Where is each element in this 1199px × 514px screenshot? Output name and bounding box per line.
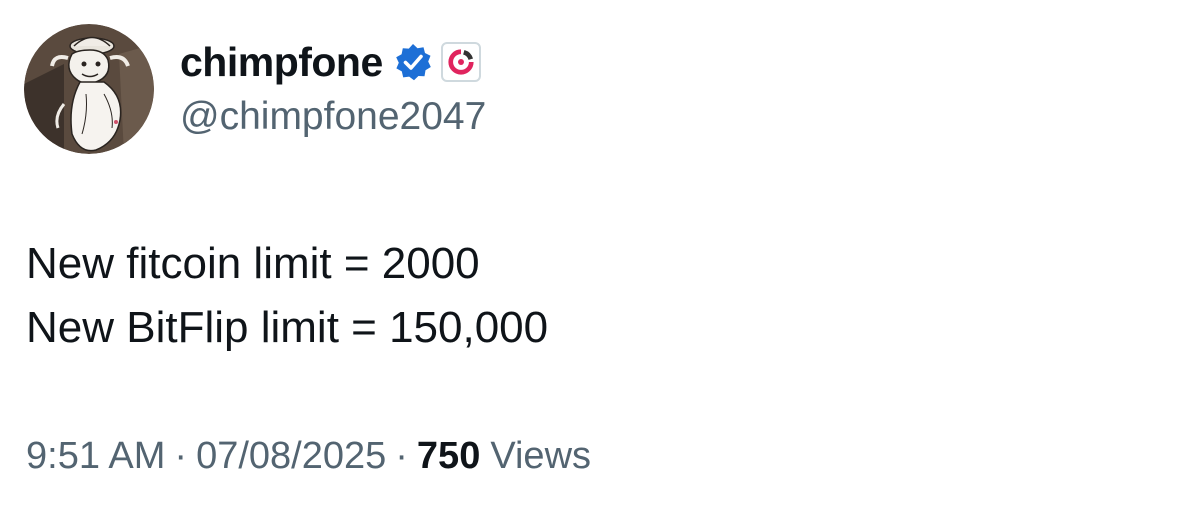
tweet-line: New BitFlip limit = 150,000 (26, 303, 549, 352)
meta-separator: · (395, 435, 408, 477)
author-avatar[interactable] (24, 24, 154, 154)
tweet-text: New fitcoin limit = 2000 New BitFlip lim… (26, 232, 548, 360)
creature-sketch-avatar-icon (24, 24, 154, 154)
tweet-card: chimpfone @chimpfone2047 New fitcoin lim… (0, 0, 1199, 514)
tweet-meta: 9:51 AM · 07/08/2025 · 750 Views (26, 435, 591, 478)
author-handle[interactable]: @chimpfone2047 (180, 95, 486, 139)
tweet-line: New fitcoin limit = 2000 (26, 239, 480, 288)
verified-badge-icon[interactable] (393, 42, 433, 82)
author-display-name[interactable]: chimpfone (180, 39, 383, 86)
views-count[interactable]: 750 (417, 435, 480, 478)
tweet-time[interactable]: 9:51 AM (26, 435, 165, 478)
views-label[interactable]: Views (490, 435, 591, 478)
tweet-date[interactable]: 07/08/2025 (196, 435, 386, 478)
author-name-row: chimpfone (180, 36, 481, 88)
meta-separator: · (174, 435, 188, 477)
affiliate-logo-icon[interactable] (440, 42, 481, 82)
